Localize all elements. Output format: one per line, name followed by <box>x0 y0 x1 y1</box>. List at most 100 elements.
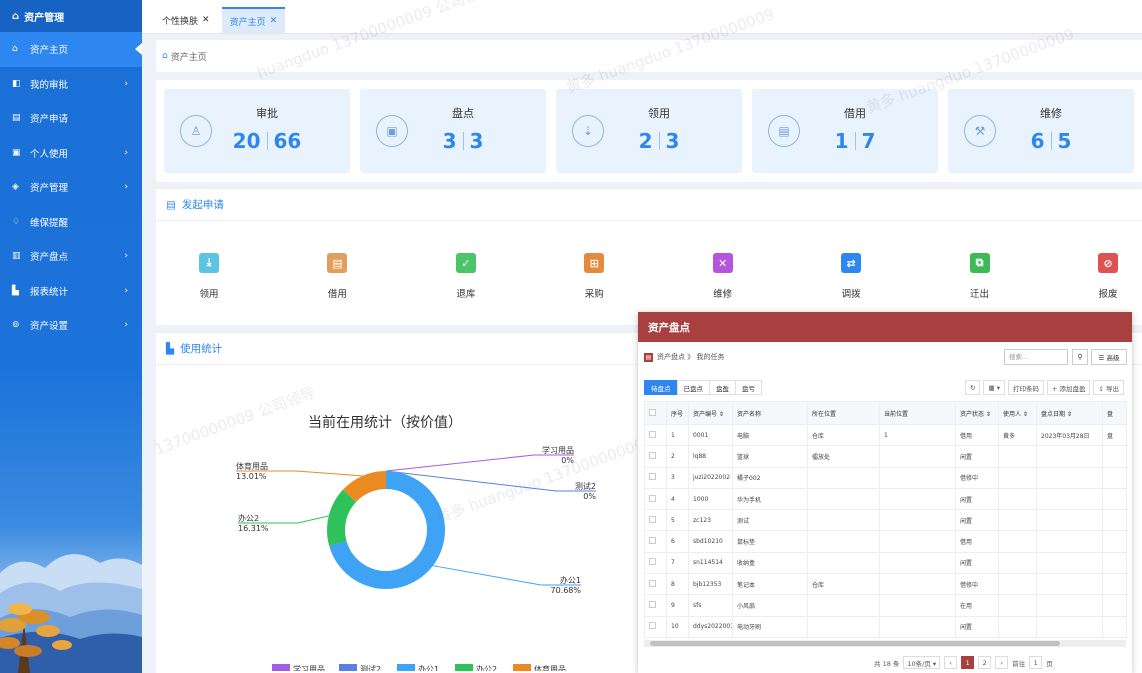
row-checkbox[interactable] <box>649 451 656 459</box>
stat-card-0[interactable]: ♙ 审批 20 66 <box>164 89 350 173</box>
sidebar-item-7[interactable]: ▙ 报表统计 › <box>0 274 142 309</box>
row-checkbox-cell[interactable] <box>644 551 667 575</box>
column-header-1[interactable]: 序号 <box>666 401 689 425</box>
table-row[interactable]: 6 sbd10210 鼠标垫 借用 <box>644 530 1127 553</box>
row-checkbox-cell[interactable] <box>644 509 667 532</box>
column-header-5[interactable]: 当前位置 <box>879 401 956 425</box>
apply-action-5[interactable]: ⇄ 调拨 <box>833 253 869 300</box>
table-row[interactable]: 4 1000 华为手机 闲置 <box>644 487 1127 511</box>
sidebar-item-5[interactable]: ♢ 维保提醒 <box>0 205 142 240</box>
apply-action-6[interactable]: ⧉ 迁出 <box>962 253 998 300</box>
close-icon[interactable]: ✕ <box>270 16 278 26</box>
pie-slice-3[interactable] <box>327 489 357 546</box>
column-header-9[interactable]: 盘 <box>1102 401 1127 425</box>
popup-search-input[interactable]: 搜索... <box>1004 349 1068 365</box>
popup-tool-0[interactable]: ↻ <box>965 380 981 395</box>
popup-tool-1[interactable]: ▦ ▾ <box>983 380 1005 395</box>
row-checkbox[interactable] <box>649 579 656 587</box>
popup-tool-2[interactable]: 打印条码 <box>1007 380 1044 395</box>
sidebar-item-3[interactable]: ▣ 个人使用 › <box>0 136 142 171</box>
legend-swatch-2[interactable] <box>397 664 415 673</box>
legend-swatch-4[interactable] <box>513 664 531 673</box>
table-hscrollbar[interactable] <box>644 640 1126 647</box>
row-checkbox-cell[interactable] <box>644 445 667 468</box>
legend-swatch-3[interactable] <box>455 664 473 673</box>
sidebar-item-0[interactable]: ⌂ 资产主页 <box>0 32 142 67</box>
row-checkbox-cell[interactable] <box>644 530 667 553</box>
row-checkbox-cell[interactable] <box>644 423 667 447</box>
popup-advanced-button[interactable]: ☰ 高级 <box>1091 349 1127 365</box>
legend-swatch-0[interactable] <box>272 664 290 673</box>
prev-page-button[interactable]: ‹ <box>944 656 958 669</box>
sidebar-item-2[interactable]: ▤ 资产申请 <box>0 101 142 136</box>
table-cell: 擂放处 <box>807 445 880 468</box>
page-2-button[interactable]: 2 <box>978 656 992 669</box>
row-checkbox[interactable] <box>649 601 656 609</box>
apply-action-3[interactable]: ⊞ 采购 <box>576 253 612 300</box>
apply-action-0[interactable]: ⤓ 领用 <box>191 253 227 300</box>
page-size-select[interactable]: 10条/页 ▾ <box>903 656 941 669</box>
row-checkbox-cell[interactable] <box>644 615 667 638</box>
close-icon[interactable]: ✕ <box>202 15 210 25</box>
row-checkbox[interactable] <box>649 430 656 438</box>
column-header-7[interactable]: 使用人 ⇕ <box>998 401 1037 425</box>
popup-tab-0[interactable]: 待盘点 <box>644 380 678 395</box>
scroll-thumb[interactable] <box>650 641 1060 646</box>
row-checkbox[interactable] <box>649 537 656 545</box>
row-checkbox-cell[interactable] <box>644 573 667 596</box>
sidebar-brand[interactable]: ⌂ 资产管理 <box>0 0 142 32</box>
popup-crumb-root[interactable]: 资产盘点 <box>657 352 685 362</box>
sidebar-item-6[interactable]: ▥ 资产盘点 › <box>0 239 142 274</box>
tab-0[interactable]: 个性换肤 ✕ <box>154 7 218 33</box>
table-row[interactable]: 9 sfs 小风扇 在用 <box>644 594 1127 617</box>
select-all-checkbox[interactable] <box>649 408 656 416</box>
row-checkbox[interactable] <box>649 558 656 566</box>
table-row[interactable]: 3 juzi2022002 橘子002 借修中 <box>644 466 1127 489</box>
table-row[interactable]: 1 0001 电脑 仓库 1 借用 黄多 2023年03月28日盘 <box>644 423 1127 447</box>
table-row[interactable]: 10 ddys2022001 电动牙刷 闲置 <box>644 615 1127 638</box>
row-checkbox[interactable] <box>649 515 656 523</box>
column-header-3[interactable]: 资产名称 <box>732 401 808 425</box>
goto-page-input[interactable]: 1 <box>1029 656 1043 669</box>
table-row[interactable]: 8 bjb12353 笔记本 仓库 借修中 <box>644 573 1127 596</box>
row-checkbox-cell[interactable] <box>644 487 667 511</box>
sidebar-item-1[interactable]: ◧ 我的审批 › <box>0 67 142 102</box>
popup-tab-3[interactable]: 盘亏 <box>735 380 762 395</box>
page-1-button[interactable]: 1 <box>961 656 975 669</box>
search-icon: ⚲ <box>1077 353 1083 361</box>
popup-tool-4[interactable]: ⇪ 导出 <box>1093 380 1124 395</box>
column-header-6[interactable]: 资产状态 ⇕ <box>955 401 999 425</box>
popup-search-button[interactable]: ⚲ <box>1072 349 1088 365</box>
apply-action-1[interactable]: ▤ 借用 <box>319 253 355 300</box>
table-cell <box>1036 594 1103 617</box>
table-row[interactable]: 7 sn114514 收纳盒 闲置 <box>644 551 1127 575</box>
tab-1[interactable]: 资产主页 ✕ <box>221 7 286 33</box>
row-checkbox-cell[interactable] <box>644 466 667 489</box>
apply-action-2[interactable]: ✓ 退库 <box>448 253 484 300</box>
table-row[interactable]: 2 lq88 篮球 擂放处 闲置 <box>644 445 1127 468</box>
row-checkbox-cell[interactable] <box>644 594 667 617</box>
column-header-2[interactable]: 资产编号 ⇕ <box>688 401 733 425</box>
table-cell <box>1102 466 1127 489</box>
legend-swatch-1[interactable] <box>339 664 357 673</box>
column-header-4[interactable]: 所在位置 <box>807 401 880 425</box>
stat-card-1[interactable]: ▣ 盘点 3 3 <box>360 89 546 173</box>
popup-tool-3[interactable]: + 添加盘盈 <box>1046 380 1091 395</box>
popup-tab-1[interactable]: 已盘点 <box>676 380 710 395</box>
sidebar-item-8[interactable]: ⊚ 资产设置 › <box>0 308 142 343</box>
row-checkbox[interactable] <box>649 494 656 502</box>
chart-title: 当前在用统计（按价值） <box>308 414 462 431</box>
next-page-button[interactable]: › <box>995 656 1009 669</box>
stat-divider <box>1050 132 1052 150</box>
apply-action-7[interactable]: ⊘ 报废 <box>1090 253 1126 300</box>
sidebar-item-4[interactable]: ◈ 资产管理 › <box>0 170 142 205</box>
stat-card-2[interactable]: ⇣ 领用 2 3 <box>556 89 742 173</box>
row-checkbox[interactable] <box>649 473 656 481</box>
apply-action-4[interactable]: ✕ 维修 <box>705 253 741 300</box>
stat-card-3[interactable]: ▤ 借用 1 7 <box>752 89 938 173</box>
column-header-8[interactable]: 盘点日期 ⇕ <box>1036 401 1103 425</box>
row-checkbox[interactable] <box>649 622 656 630</box>
table-row[interactable]: 5 zc123 测试 闲置 <box>644 509 1127 532</box>
popup-tab-2[interactable]: 盘盈 <box>709 380 736 395</box>
stat-card-4[interactable]: ⚒ 维修 6 5 <box>948 89 1134 173</box>
